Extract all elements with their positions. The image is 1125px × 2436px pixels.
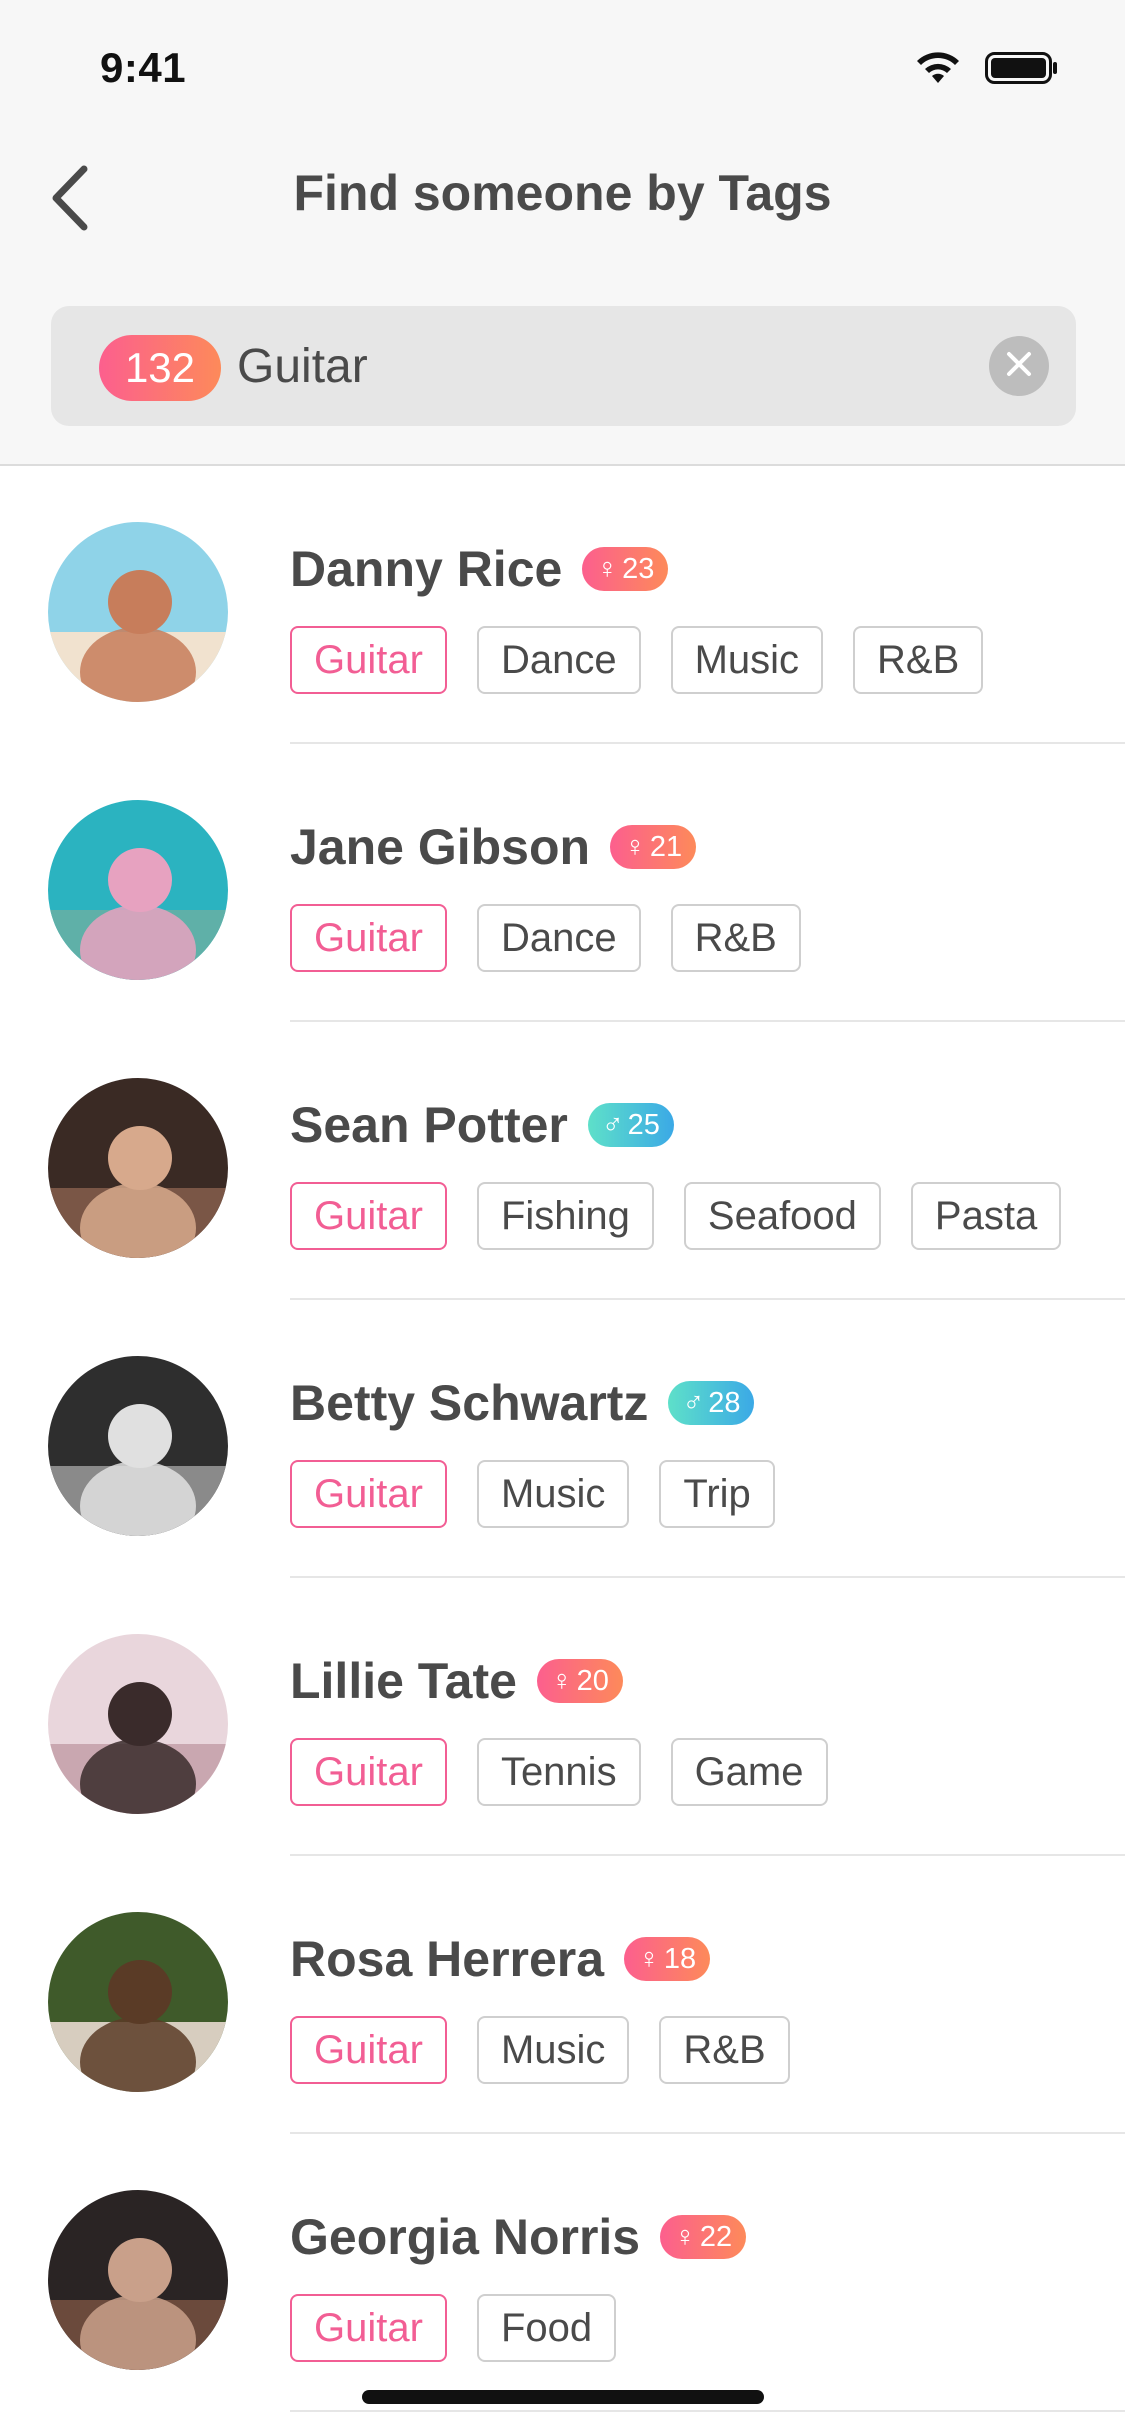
avatar[interactable]: [48, 1634, 228, 1814]
tag-list: Guitar Dance Music R&B: [290, 626, 984, 694]
age-badge: ♀ 23: [582, 547, 669, 591]
age-value: 18: [663, 1942, 697, 1975]
age-value: 28: [708, 1386, 741, 1419]
person-row[interactable]: Lillie Tate ♀ 20 Guitar Tennis Game: [0, 1578, 1125, 1856]
name-line: Lillie Tate ♀ 20: [290, 1652, 623, 1710]
tag-chip[interactable]: Dance: [476, 904, 641, 972]
age-badge: ♀ 18: [624, 1937, 711, 1981]
tag-list: Guitar Food: [290, 2294, 617, 2362]
tag-chip[interactable]: Tennis: [476, 1738, 641, 1806]
tag-chip[interactable]: Guitar: [290, 626, 447, 694]
tag-chip[interactable]: Guitar: [290, 2294, 447, 2362]
person-row[interactable]: Danny Rice ♀ 23 Guitar Dance Music R&B: [0, 466, 1125, 744]
person-name: Betty Schwartz: [290, 1375, 649, 1431]
age-badge: ♀ 22: [660, 2215, 747, 2259]
tag-chip[interactable]: Fishing: [476, 1182, 654, 1250]
name-line: Sean Potter ♂ 25: [290, 1096, 674, 1154]
age-value: 21: [649, 830, 683, 863]
person-row[interactable]: Jane Gibson ♀ 21 Guitar Dance R&B: [0, 744, 1125, 1022]
name-line: Danny Rice ♀ 23: [290, 540, 669, 598]
tag-chip[interactable]: Music: [670, 626, 824, 694]
people-list: Danny Rice ♀ 23 Guitar Dance Music R&B Jane Gib…: [0, 466, 1125, 2412]
tag-chip[interactable]: Guitar: [290, 1460, 447, 1528]
wifi-icon: [913, 50, 963, 91]
person-name: Rosa Herrera: [290, 1931, 605, 1987]
avatar[interactable]: [48, 522, 228, 702]
avatar[interactable]: [48, 2190, 228, 2370]
person-name: Lillie Tate: [290, 1653, 517, 1709]
male-icon: ♂: [601, 1108, 624, 1141]
clear-search-button[interactable]: [989, 336, 1049, 396]
tag-list: Guitar Fishing Seafood Pasta: [290, 1182, 1062, 1250]
status-time: 9:41: [100, 44, 187, 91]
tag-list: Guitar Music Trip: [290, 1460, 775, 1528]
person-name: Danny Rice: [290, 541, 563, 597]
tag-chip[interactable]: Music: [476, 2016, 630, 2084]
female-icon: ♀: [550, 1664, 573, 1697]
tag-chip[interactable]: R&B: [659, 2016, 790, 2084]
result-count-badge: 132: [99, 335, 221, 401]
tag-chip[interactable]: Dance: [476, 626, 641, 694]
search-input[interactable]: [237, 330, 997, 402]
tag-chip[interactable]: Game: [670, 1738, 828, 1806]
tag-chip[interactable]: Guitar: [290, 904, 447, 972]
female-icon: ♀: [638, 1942, 660, 1975]
battery-icon: [985, 50, 1059, 91]
person-row[interactable]: Sean Potter ♂ 25 Guitar Fishing Seafood Pasta: [0, 1022, 1125, 1300]
header: 9:41 Find someone by Tags 132: [0, 0, 1125, 466]
name-line: Betty Schwartz ♂ 28: [290, 1374, 755, 1432]
tag-chip[interactable]: Music: [476, 1460, 630, 1528]
name-line: Jane Gibson ♀ 21: [290, 818, 697, 876]
tag-chip[interactable]: R&B: [670, 904, 801, 972]
avatar[interactable]: [48, 1912, 228, 2092]
tag-list: Guitar Music R&B: [290, 2016, 790, 2084]
tag-chip[interactable]: Seafood: [683, 1182, 881, 1250]
name-line: Rosa Herrera ♀ 18: [290, 1930, 711, 1988]
search-bar[interactable]: 132: [51, 306, 1076, 426]
tag-chip[interactable]: Pasta: [910, 1182, 1062, 1250]
person-name: Jane Gibson: [290, 819, 591, 875]
tag-chip[interactable]: Guitar: [290, 1182, 447, 1250]
person-row[interactable]: Rosa Herrera ♀ 18 Guitar Music R&B: [0, 1856, 1125, 2134]
avatar[interactable]: [48, 800, 228, 980]
age-badge: ♀ 20: [536, 1659, 623, 1703]
person-row[interactable]: Georgia Norris ♀ 22 Guitar Food: [0, 2134, 1125, 2412]
female-icon: ♀: [624, 830, 646, 863]
home-indicator: [362, 2390, 764, 2404]
avatar[interactable]: [48, 1356, 228, 1536]
male-icon: ♂: [682, 1386, 705, 1419]
person-name: Sean Potter: [290, 1097, 568, 1153]
person-name: Georgia Norris: [290, 2209, 641, 2265]
age-value: 25: [627, 1108, 660, 1141]
tag-chip[interactable]: Guitar: [290, 1738, 447, 1806]
female-icon: ♀: [674, 2220, 696, 2253]
avatar[interactable]: [48, 1078, 228, 1258]
age-value: 23: [622, 552, 655, 585]
tag-chip[interactable]: R&B: [853, 626, 984, 694]
close-icon: [1005, 350, 1033, 383]
tag-chip[interactable]: Trip: [659, 1460, 775, 1528]
age-badge: ♀ 21: [610, 825, 697, 869]
age-badge: ♂ 28: [668, 1381, 755, 1425]
tag-list: Guitar Dance R&B: [290, 904, 801, 972]
age-value: 22: [699, 2220, 733, 2253]
page-title: Find someone by Tags: [293, 165, 832, 221]
tag-chip[interactable]: Food: [476, 2294, 617, 2362]
status-icons: [913, 50, 1059, 91]
tag-chip[interactable]: Guitar: [290, 2016, 447, 2084]
age-badge: ♂ 25: [587, 1103, 674, 1147]
person-row[interactable]: Betty Schwartz ♂ 28 Guitar Music Trip: [0, 1300, 1125, 1578]
name-line: Georgia Norris ♀ 22: [290, 2208, 747, 2266]
age-value: 20: [576, 1664, 609, 1697]
female-icon: ♀: [596, 552, 619, 585]
tag-list: Guitar Tennis Game: [290, 1738, 828, 1806]
